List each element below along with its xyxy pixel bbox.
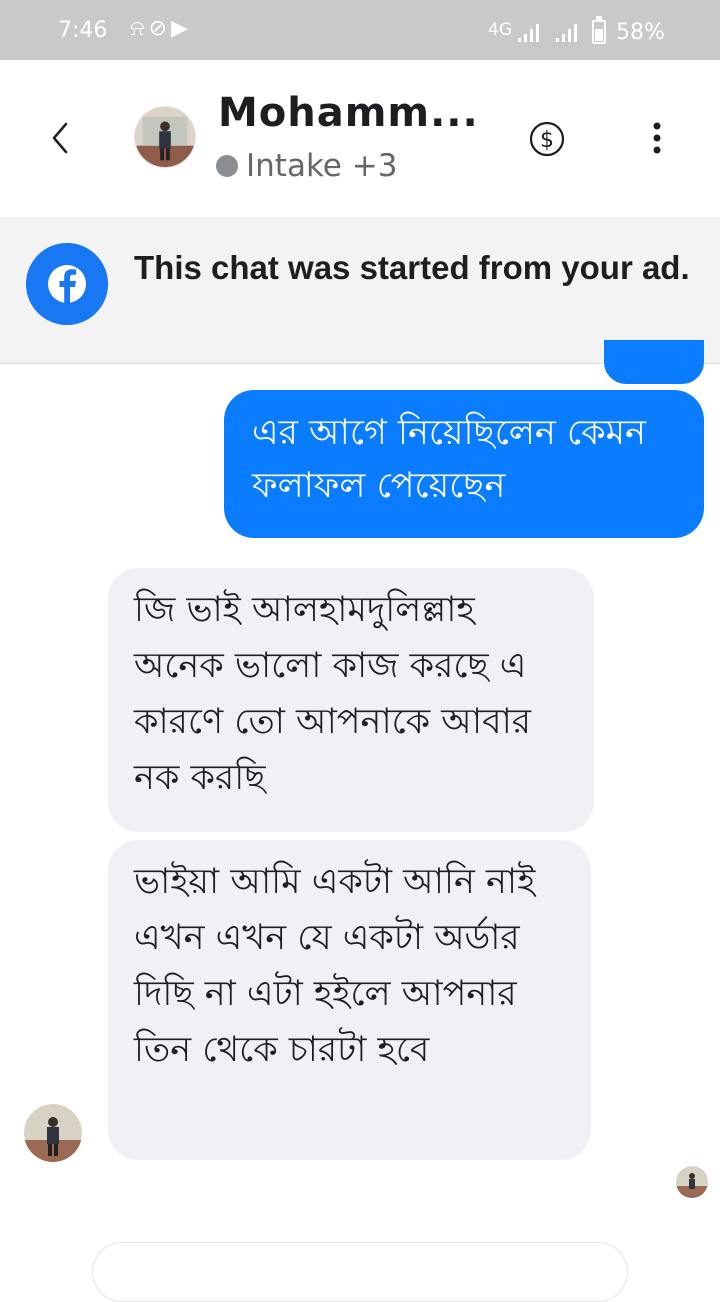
status-bar: 7:46 ⍾⊘▶ 4G 58%	[0, 0, 720, 60]
svg-text:$: $	[540, 128, 554, 153]
contact-label[interactable]: Intake +3	[216, 148, 397, 184]
back-icon[interactable]	[42, 118, 78, 158]
signal-icon-2	[556, 22, 578, 42]
signal-icon	[518, 22, 540, 42]
previous-message-bubble[interactable]	[604, 340, 704, 384]
message-composer[interactable]	[92, 1242, 628, 1302]
label-dot-icon	[216, 155, 238, 177]
sender-avatar[interactable]	[24, 1104, 82, 1162]
label-text: Intake +3	[246, 148, 398, 184]
notification-icons: ⍾⊘▶	[130, 16, 192, 41]
battery-icon	[592, 16, 606, 44]
more-options-icon[interactable]	[646, 120, 668, 160]
facebook-icon	[26, 243, 108, 325]
dollar-icon[interactable]: $	[529, 121, 565, 157]
incoming-message[interactable]: ভাইয়া আমি একটা আনি নাই এখন এখন যে একটা …	[108, 840, 591, 1160]
incoming-message[interactable]: জি ভাই আলহামদুলিল্লাহ অনেক ভালো কাজ করছে…	[108, 568, 594, 832]
banner-text: This chat was started from your ad.	[134, 249, 690, 286]
chat-header: Mohamm... Intake +3 $	[0, 60, 720, 217]
battery-level: 58%	[616, 20, 665, 45]
contact-avatar[interactable]	[134, 106, 196, 168]
seen-receipt-avatar	[676, 1166, 708, 1198]
status-time: 7:46	[58, 18, 108, 43]
outgoing-message[interactable]: এর আগে নিয়েছিলেন কেমন ফলাফল পেয়েছেন	[224, 390, 704, 538]
contact-name[interactable]: Mohamm...	[218, 90, 479, 136]
network-type: 4G	[488, 20, 512, 40]
